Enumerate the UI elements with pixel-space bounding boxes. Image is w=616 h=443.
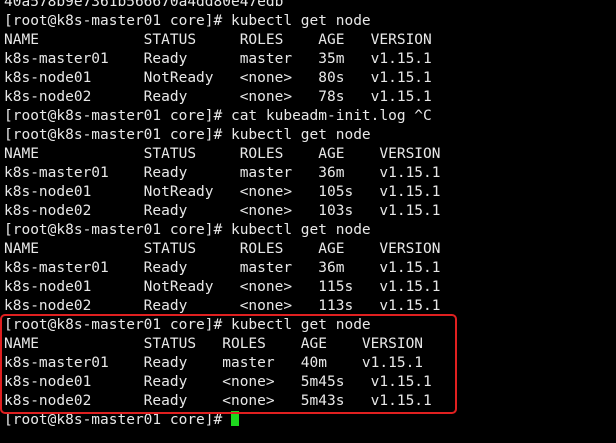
terminal-line: NAME STATUS ROLES AGE VERSION (4, 32, 432, 48)
terminal-line: k8s-master01 Ready master 36m v1.15.1 (4, 260, 441, 276)
terminal-line: k8s-node02 Ready <none> 103s v1.15.1 (4, 203, 441, 219)
terminal-line: k8s-master01 Ready master 36m v1.15.1 (4, 165, 441, 181)
terminal-line: k8s-master01 Ready master 35m v1.15.1 (4, 51, 432, 67)
terminal-line: [root@k8s-master01 core]# cat kubeadm-in… (4, 108, 432, 124)
terminal-line: k8s-node02 Ready <none> 78s v1.15.1 (4, 89, 432, 105)
highlight-annotation-box (0, 314, 457, 414)
prompt-text: [root@k8s-master01 core]# (4, 412, 231, 428)
terminal-line: NAME STATUS ROLES AGE VERSION (4, 241, 441, 257)
terminal-line: k8s-node01 NotReady <none> 80s v1.15.1 (4, 70, 432, 86)
terminal-window[interactable]: 40a578b9e7361b566670a4dd80e47edb [root@k… (0, 0, 616, 443)
terminal-line: [root@k8s-master01 core]# kubectl get no… (4, 13, 371, 29)
terminal-line: k8s-node01 NotReady <none> 115s v1.15.1 (4, 279, 441, 295)
terminal-line: [root@k8s-master01 core]# kubectl get no… (4, 127, 371, 143)
terminal-line: [root@k8s-master01 core]# kubectl get no… (4, 222, 371, 238)
terminal-line: NAME STATUS ROLES AGE VERSION (4, 146, 441, 162)
terminal-line: k8s-node01 NotReady <none> 105s v1.15.1 (4, 184, 441, 200)
terminal-line-partial: 40a578b9e7361b566670a4dd80e47edb (4, 0, 284, 10)
